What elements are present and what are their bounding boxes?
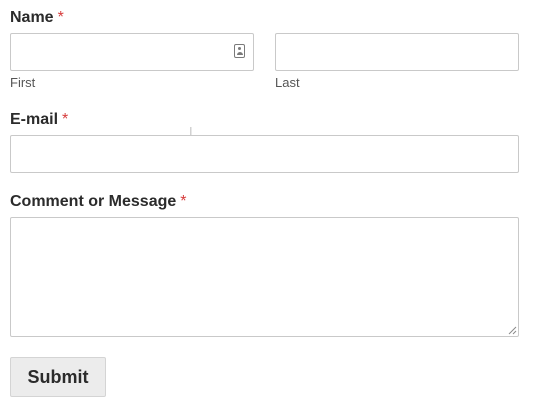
name-label: Name * xyxy=(10,9,64,27)
contact-form: Name * First Last E-mail * I Comment or Me… xyxy=(0,0,534,412)
message-textarea[interactable] xyxy=(10,217,519,337)
required-mark: * xyxy=(62,111,69,128)
first-name-input[interactable] xyxy=(10,33,254,71)
submit-button[interactable]: Submit xyxy=(10,357,106,397)
last-name-input[interactable] xyxy=(275,33,519,71)
email-input[interactable] xyxy=(10,135,519,173)
message-label-text: Comment or Message xyxy=(10,193,177,210)
name-label-text: Name xyxy=(10,9,54,26)
resize-grip-icon[interactable] xyxy=(507,325,517,335)
contact-card-icon[interactable] xyxy=(234,44,245,58)
first-name-sublabel: First xyxy=(10,75,36,90)
required-mark: * xyxy=(180,193,187,210)
required-mark: * xyxy=(57,9,64,26)
message-label: Comment or Message * xyxy=(10,193,187,211)
last-name-sublabel: Last xyxy=(275,75,300,90)
email-label: E-mail * xyxy=(10,111,68,129)
email-label-text: E-mail xyxy=(10,111,59,128)
